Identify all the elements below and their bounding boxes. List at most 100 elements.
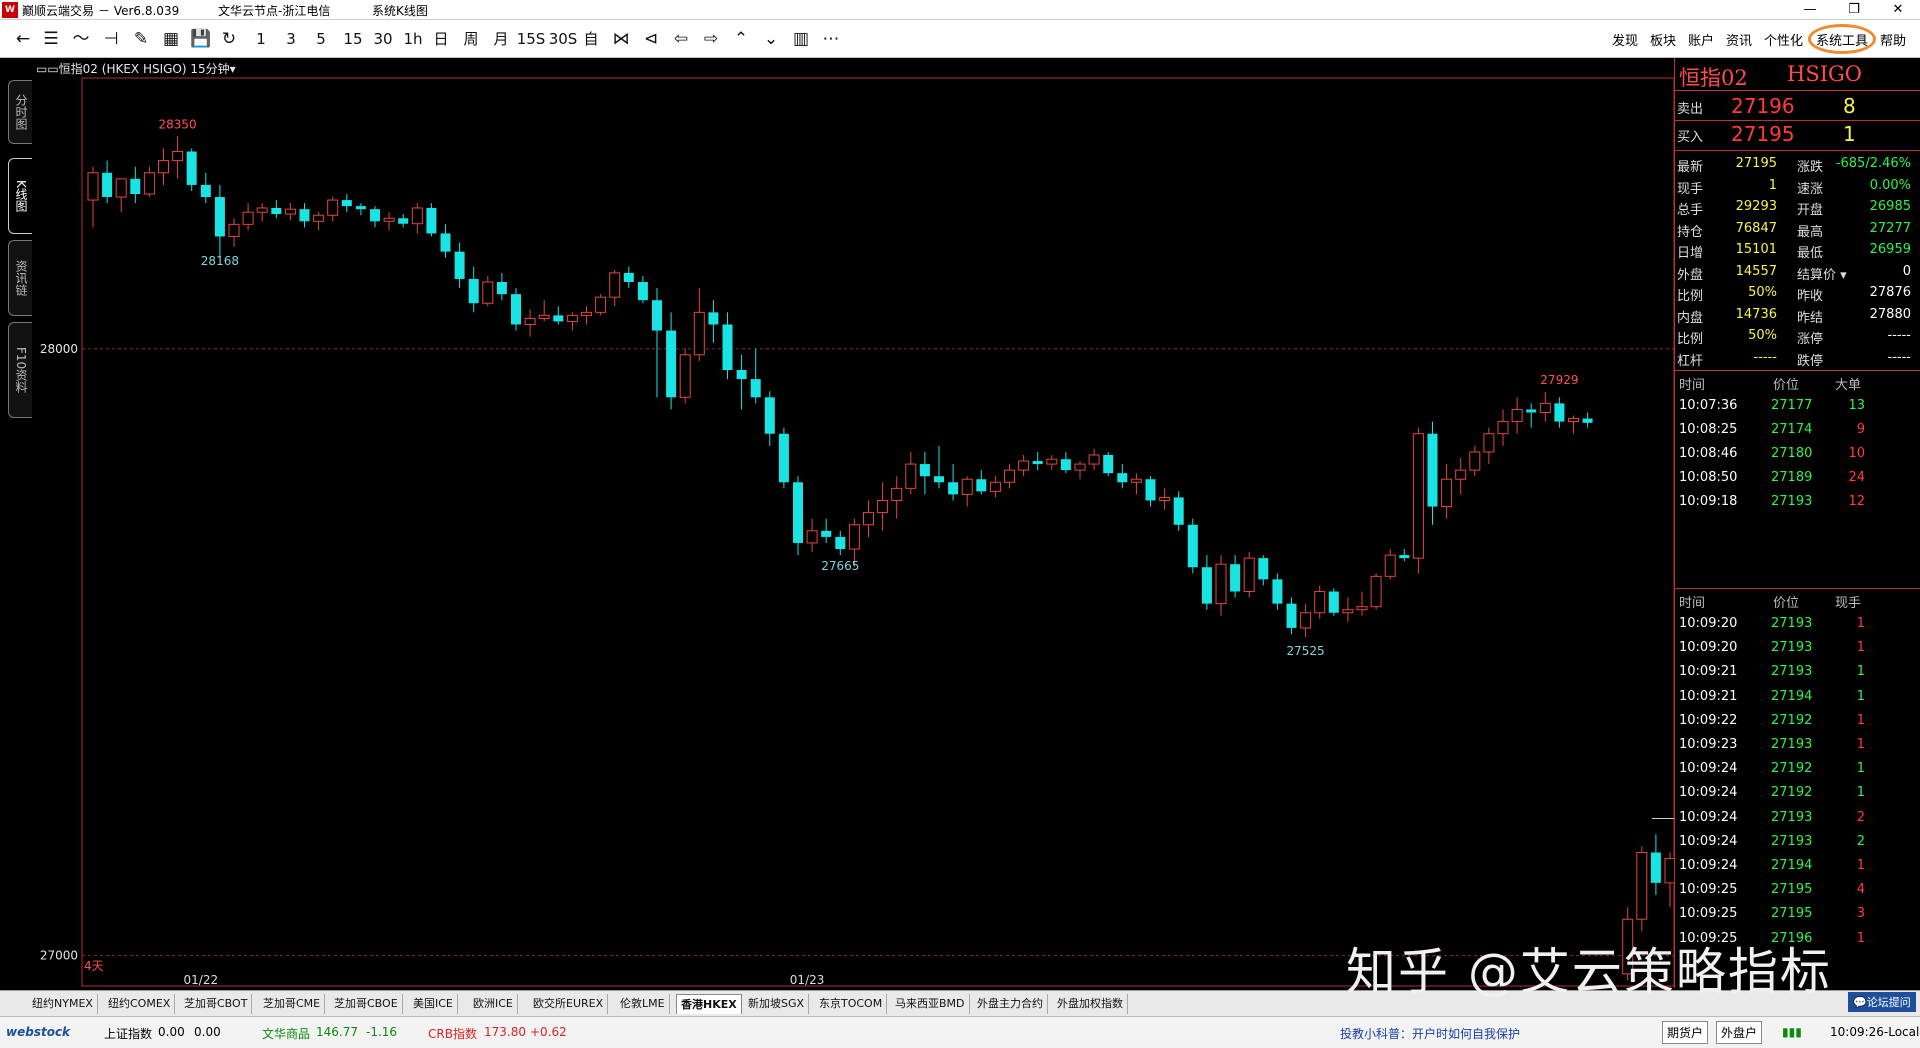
kline-chart-svg[interactable]: 283502816827665275252792926959 280002700…	[34, 58, 1674, 988]
menu-help[interactable]: 帮助	[1880, 30, 1906, 49]
exchange-tab[interactable]: 东京TOCOM	[815, 994, 888, 1014]
tab-timeshare[interactable]: 分时图	[8, 80, 32, 144]
period-custom-button[interactable]: 自	[580, 29, 602, 49]
tick-row[interactable]: 10:09:24 27194 1	[1675, 856, 1920, 876]
stat-value: 27195	[1735, 156, 1777, 171]
tick-row[interactable]: 10:09:20 27193 1	[1675, 638, 1920, 658]
tick-row[interactable]: 10:09:23 27193 1	[1675, 735, 1920, 755]
period-5m-button[interactable]: 5	[310, 29, 332, 49]
period-30s-button[interactable]: 30S	[548, 29, 578, 49]
exchange-tab[interactable]: 纽约COMEX	[104, 994, 176, 1014]
menu-account[interactable]: 账户	[1688, 30, 1714, 49]
save-icon[interactable]: 💾	[190, 29, 212, 49]
candle-body	[214, 197, 225, 237]
split-icon[interactable]: ⊣	[100, 29, 122, 49]
exchange-tab[interactable]: 欧洲ICE	[469, 994, 518, 1014]
big-order-row[interactable]: 10:07:36 27177 13	[1675, 396, 1920, 416]
tab-news-chain[interactable]: 资讯链	[8, 240, 32, 316]
kline-chart[interactable]: 283502816827665275252792926959 280002700…	[34, 58, 1674, 988]
candle	[1286, 597, 1297, 634]
exchange-tab[interactable]: 外盘主力合约	[973, 994, 1048, 1014]
menu-personalize[interactable]: 个性化	[1764, 30, 1803, 49]
tick-row[interactable]: 10:09:24 27193 2	[1675, 832, 1920, 852]
period-1m-button[interactable]: 1	[250, 29, 272, 49]
list-icon[interactable]: ☰	[40, 29, 62, 49]
period-month-button[interactable]: 月	[490, 29, 512, 49]
restore-button[interactable]: ❐	[1832, 0, 1876, 20]
menu-discover[interactable]: 发现	[1612, 30, 1638, 49]
period-15m-button[interactable]: 15	[340, 29, 366, 49]
tab-f10[interactable]: F10资料	[8, 322, 32, 418]
exchange-tab[interactable]: 纽约NYMEX	[28, 994, 98, 1014]
tick-row[interactable]: 10:09:24 27193 2	[1675, 808, 1920, 828]
period-15s-button[interactable]: 15S	[516, 29, 546, 49]
tab-kline[interactable]: K线图	[8, 158, 32, 234]
menu-news[interactable]: 资讯	[1726, 30, 1752, 49]
extreme-label: 28168	[201, 254, 239, 268]
candle-body	[764, 397, 775, 434]
stat-label: 总手	[1677, 203, 1704, 218]
tick-row[interactable]: 10:09:25 27195 4	[1675, 880, 1920, 900]
close-button[interactable]: ✕	[1876, 0, 1920, 20]
layout-icon[interactable]: ▥	[790, 29, 812, 49]
overseas-account-button[interactable]: 外盘户	[1716, 1021, 1763, 1044]
tick-row[interactable]: 10:09:21 27194 1	[1675, 687, 1920, 707]
exchange-tab[interactable]: 芝加哥CBOT	[180, 994, 253, 1014]
more-icon[interactable]: ⋯	[820, 29, 842, 49]
bid-row[interactable]: 买入 27195 1	[1675, 122, 1920, 146]
refresh-icon[interactable]: ↻	[218, 29, 240, 49]
tick-row[interactable]: 10:09:21 27193 1	[1675, 662, 1920, 682]
stat-value: -----	[1753, 349, 1777, 365]
big-order-row[interactable]: 10:08:25 27174 9	[1675, 420, 1920, 440]
period-day-button[interactable]: 日	[430, 29, 452, 49]
draw-icon[interactable]: ✎	[130, 29, 152, 49]
exchange-tab[interactable]: 香港HKEX	[676, 994, 742, 1014]
exchange-tab[interactable]: 芝加哥CBOE	[330, 994, 403, 1014]
y-tick-label: 28000	[40, 342, 78, 356]
candle-body	[1370, 575, 1382, 608]
exchange-tab[interactable]: 伦敦LME	[616, 994, 670, 1014]
candle	[1215, 555, 1227, 616]
back-icon[interactable]: ←	[12, 29, 34, 49]
exchange-tab[interactable]: 芝加哥CME	[259, 994, 326, 1014]
big-order-row[interactable]: 10:08:50 27189 24	[1675, 468, 1920, 488]
exchange-tab[interactable]: 外盘加权指数	[1053, 994, 1128, 1014]
arrow-left-icon[interactable]: ⇦	[670, 29, 692, 49]
menu-sector[interactable]: 板块	[1650, 30, 1676, 49]
tick-row[interactable]: 10:09:25 27195 3	[1675, 904, 1920, 924]
exchange-tab[interactable]: 新加坡SGX	[744, 994, 810, 1014]
tick-row[interactable]: 10:09:22 27192 1	[1675, 711, 1920, 731]
period-3m-button[interactable]: 3	[280, 29, 302, 49]
chevron-up-icon[interactable]: ⌃	[730, 29, 752, 49]
big-order-row[interactable]: 10:09:18 27193 12	[1675, 492, 1920, 512]
board-icon[interactable]: ▦	[160, 29, 182, 49]
tick-row[interactable]: 10:09:24 27192 1	[1675, 759, 1920, 779]
minimize-button[interactable]: —	[1788, 0, 1832, 20]
tick-row[interactable]: 10:09:24 27192 1	[1675, 783, 1920, 803]
arrow-right-icon[interactable]: ⇨	[700, 29, 722, 49]
zoom-icon[interactable]: ⋈	[610, 29, 632, 49]
candle	[411, 203, 423, 234]
exchange-tab[interactable]: 马来西亚BMD	[891, 994, 970, 1014]
line-chart-icon[interactable]: 〜	[70, 29, 92, 49]
big-order-row[interactable]: 10:08:46 27180 10	[1675, 444, 1920, 464]
candle-body	[1272, 579, 1283, 604]
candle	[581, 306, 592, 325]
forum-button[interactable]: 💬论坛提问	[1848, 992, 1916, 1012]
candle-body	[228, 223, 240, 237]
candle	[341, 194, 352, 213]
period-1h-button[interactable]: 1h	[400, 29, 426, 49]
period-week-button[interactable]: 周	[460, 29, 482, 49]
ask-row[interactable]: 卖出 27196 8	[1675, 94, 1920, 118]
edu-tip-link[interactable]: 投教小科普：开户时如何自我保护	[1340, 1025, 1520, 1042]
shrink-icon[interactable]: ⊲	[640, 29, 662, 49]
candle	[1187, 518, 1198, 574]
tick-row[interactable]: 10:09:20 27193 1	[1675, 614, 1920, 634]
exchange-tab[interactable]: 美国ICE	[409, 994, 458, 1014]
candle-body	[1258, 558, 1269, 580]
exchange-tab[interactable]: 欧交所EUREX	[529, 994, 609, 1014]
period-30m-button[interactable]: 30	[370, 29, 396, 49]
chevron-down-icon[interactable]: ⌄	[760, 29, 782, 49]
candle-body	[186, 151, 197, 185]
futures-account-button[interactable]: 期货户	[1662, 1021, 1709, 1044]
